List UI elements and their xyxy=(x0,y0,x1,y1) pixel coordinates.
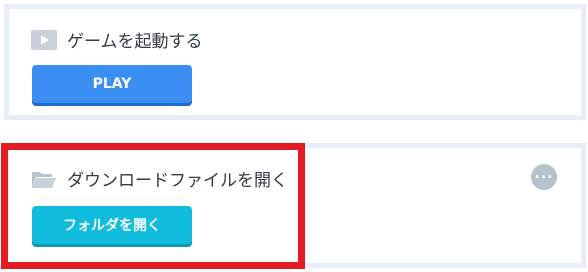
open-download-header: ダウンロードファイルを開く xyxy=(31,166,288,191)
launch-game-header: ゲームを起動する xyxy=(31,27,203,52)
folder-icon xyxy=(32,171,56,188)
open-folder-button[interactable]: フォルダを開く xyxy=(32,206,192,244)
play-icon xyxy=(31,29,57,50)
open-download-card: ダウンロードファイルを開く ... フォルダを開く xyxy=(4,143,586,268)
play-button[interactable]: PLAY xyxy=(32,65,192,103)
launch-game-title: ゲームを起動する xyxy=(67,32,203,52)
more-options-icon[interactable]: ... xyxy=(531,164,557,190)
launch-game-card: ゲームを起動する PLAY xyxy=(4,4,586,120)
open-download-title: ダウンロードファイルを開く xyxy=(67,171,288,191)
